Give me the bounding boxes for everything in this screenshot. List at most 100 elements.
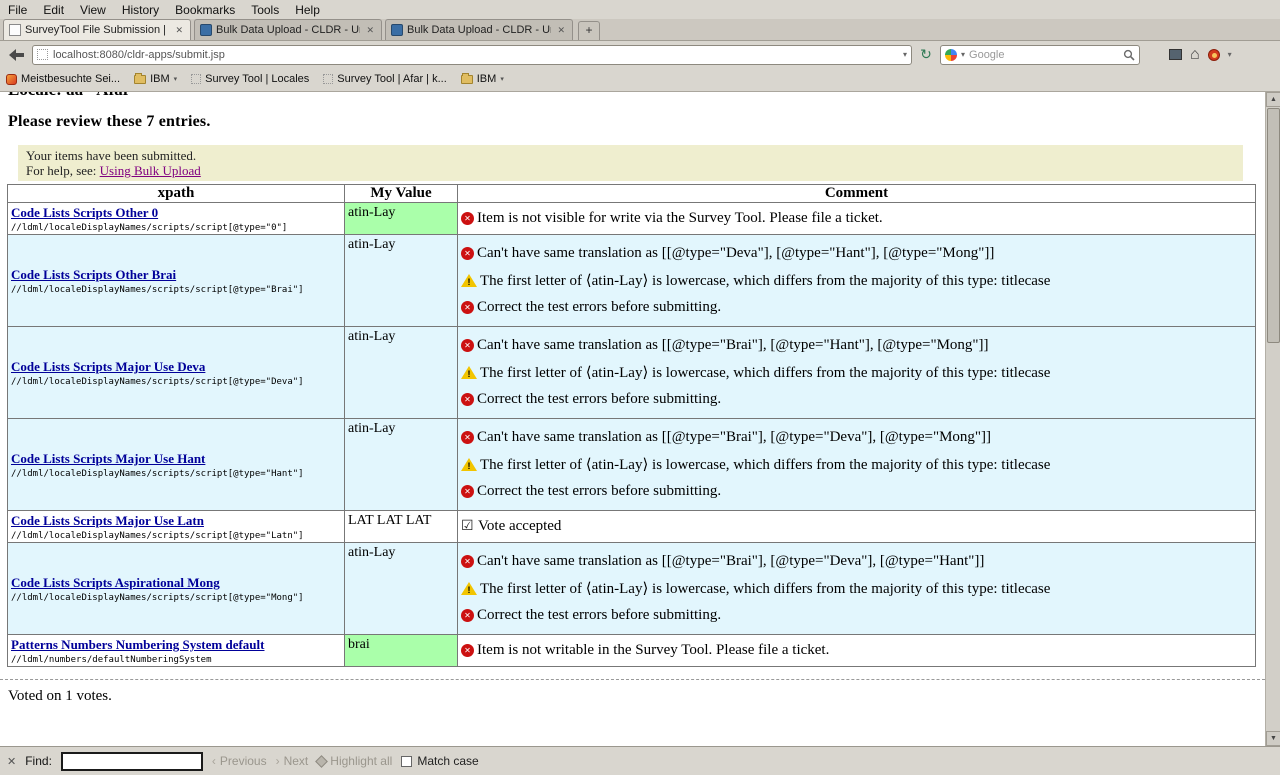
table-row: Patterns Numbers Numbering System defaul… <box>8 635 1256 667</box>
chevron-down-icon[interactable]: ▾ <box>1228 50 1232 59</box>
chevron-left-icon: ‹ <box>212 755 216 767</box>
bookmark-label: IBM <box>477 73 497 85</box>
my-value-cell: atin-Lay <box>345 543 458 635</box>
xpath-path: //ldml/localeDisplayNames/scripts/script… <box>11 593 341 603</box>
bookmark-label: IBM <box>150 73 170 85</box>
comment-text: Correct the test errors before submittin… <box>477 607 721 624</box>
find-label: Find: <box>25 754 52 768</box>
close-icon[interactable]: ✕ <box>364 25 376 36</box>
highlight-all-button[interactable]: Highlight all <box>317 754 392 768</box>
bookmark-item-5[interactable]: IBM▾ <box>461 73 504 85</box>
match-case-checkbox[interactable]: Match case <box>401 754 478 768</box>
bookmark-item-4[interactable]: Survey Tool | Afar | k... <box>323 73 446 85</box>
my-value-cell: atin-Lay <box>345 419 458 511</box>
xpath-link[interactable]: Code Lists Scripts Major Use Deva <box>11 359 205 374</box>
extension-icon[interactable] <box>1169 49 1182 60</box>
search-box[interactable]: ▾ Google <box>940 45 1140 65</box>
bookmarks-bar: Meistbesuchte Sei... IBM▾ Survey Tool | Lo… <box>0 67 1280 92</box>
url-bar[interactable]: localhost:8080/cldr-apps/submit.jsp ▾ <box>32 45 912 65</box>
menu-edit[interactable]: Edit <box>35 1 72 19</box>
navigation-toolbar: localhost:8080/cldr-apps/submit.jsp ▾ ↻ … <box>0 42 1280 67</box>
new-tab-button[interactable]: + <box>578 21 600 40</box>
xpath-link[interactable]: Code Lists Scripts Major Use Hant <box>11 451 205 466</box>
bookmark-label: Survey Tool | Afar | k... <box>337 73 446 85</box>
menu-file[interactable]: File <box>0 1 35 19</box>
review-table: xpath My Value Comment Code Lists Script… <box>7 184 1256 667</box>
comment-cell: Can't have same translation as [[@type="… <box>458 543 1256 635</box>
xpath-link[interactable]: Code Lists Scripts Other 0 <box>11 205 158 220</box>
scroll-down-icon[interactable]: ▼ <box>1266 731 1280 746</box>
comment-cell: Can't have same translation as [[@type="… <box>458 419 1256 511</box>
comment-line: Can't have same translation as [[@type="… <box>461 429 1252 446</box>
refresh-icon[interactable]: ↻ <box>917 46 935 63</box>
xpath-path: //ldml/localeDisplayNames/scripts/script… <box>11 531 341 541</box>
using-bulk-upload-link[interactable]: Using Bulk Upload <box>100 163 201 178</box>
comment-cell: Item is not visible for write via the Su… <box>458 203 1256 235</box>
xpath-link[interactable]: Code Lists Scripts Other Brai <box>11 267 176 282</box>
my-value-cell: atin-Lay <box>345 235 458 327</box>
menu-view[interactable]: View <box>72 1 114 19</box>
page-content: Locale: aa - Afar Please review these 7 … <box>0 92 1265 746</box>
alert-icon[interactable] <box>1208 49 1220 61</box>
checkbox-icon <box>401 756 412 767</box>
comment-text: Correct the test errors before submittin… <box>477 483 721 500</box>
scroll-up-icon[interactable]: ▲ <box>1266 92 1280 107</box>
comment-text: The first letter of ⟨atin-Lay⟩ is lowerc… <box>480 363 1050 382</box>
search-input[interactable]: Google <box>969 49 1119 61</box>
find-previous-button[interactable]: ‹ Previous <box>212 754 267 768</box>
close-icon[interactable]: ✕ <box>173 25 185 36</box>
comment-cell: Item is not writable in the Survey Tool.… <box>458 635 1256 667</box>
comment-text: The first letter of ⟨atin-Lay⟩ is lowerc… <box>480 455 1050 474</box>
url-history-dropdown-icon[interactable]: ▾ <box>903 50 907 59</box>
back-button[interactable] <box>5 46 27 64</box>
comment-text: Can't have same translation as [[@type="… <box>477 429 991 446</box>
page-icon <box>323 74 333 84</box>
find-bar: ✕ Find: ‹ Previous › Next Highlight all … <box>0 746 1280 775</box>
xpath-link[interactable]: Patterns Numbers Numbering System defaul… <box>11 637 264 652</box>
menu-help[interactable]: Help <box>287 1 328 19</box>
close-icon[interactable]: ✕ <box>555 25 567 36</box>
magnifier-icon[interactable] <box>1123 49 1135 61</box>
bookmark-item-2[interactable]: IBM▾ <box>134 73 177 85</box>
find-next-button[interactable]: › Next <box>276 754 309 768</box>
error-icon <box>461 485 474 498</box>
xpath-path: //ldml/localeDisplayNames/scripts/script… <box>11 223 341 233</box>
vertical-scrollbar[interactable]: ▲ ▼ <box>1265 92 1280 746</box>
comment-line: Can't have same translation as [[@type="… <box>461 245 1252 262</box>
comment-line: Correct the test errors before submittin… <box>461 607 1252 624</box>
xpath-path: //ldml/localeDisplayNames/scripts/script… <box>11 285 341 295</box>
menu-bookmarks[interactable]: Bookmarks <box>167 1 243 19</box>
home-icon[interactable]: ⌂ <box>1190 47 1200 63</box>
xpath-cell: Code Lists Scripts Aspirational Mong //ld… <box>8 543 345 635</box>
clipped-heading-text: Locale: aa - Afar <box>8 92 1265 100</box>
app-icon <box>391 24 403 36</box>
vote-summary: Voted on 1 votes. <box>8 688 1265 705</box>
comment-text: Can't have same translation as [[@type="… <box>477 337 989 354</box>
comment-cell: Vote accepted <box>458 511 1256 543</box>
bookmark-item-3[interactable]: Survey Tool | Locales <box>191 73 309 85</box>
close-icon[interactable]: ✕ <box>7 755 16 768</box>
table-row: Code Lists Scripts Other Brai //ldml/loca… <box>8 235 1256 327</box>
menu-tools[interactable]: Tools <box>243 1 287 19</box>
xpath-link[interactable]: Code Lists Scripts Aspirational Mong <box>11 575 220 590</box>
review-table-body: Code Lists Scripts Other 0 //ldml/localeD… <box>8 203 1256 667</box>
find-input[interactable] <box>61 752 203 771</box>
comment-text: Vote accepted <box>478 518 561 535</box>
menu-history[interactable]: History <box>114 1 167 19</box>
info-line-2: For help, see: Using Bulk Upload <box>26 163 1235 178</box>
tab-2[interactable]: Bulk Data Upload - CLDR - Un...✕ <box>194 19 382 40</box>
error-icon <box>461 644 474 657</box>
search-engine-dropdown-icon[interactable]: ▾ <box>961 50 965 59</box>
comment-text: Item is not visible for write via the Su… <box>477 210 883 227</box>
error-icon <box>461 431 474 444</box>
scrollbar-thumb[interactable] <box>1267 108 1280 343</box>
menu-bar: FileEditViewHistoryBookmarksToolsHelp <box>0 0 1280 19</box>
url-text[interactable]: localhost:8080/cldr-apps/submit.jsp <box>53 49 898 61</box>
xpath-link[interactable]: Code Lists Scripts Major Use Latn <box>11 513 204 528</box>
tab-3[interactable]: Bulk Data Upload - CLDR - Un...✕ <box>385 19 573 40</box>
bookmark-item-1[interactable]: Meistbesuchte Sei... <box>6 73 120 85</box>
chevron-right-icon: › <box>276 755 280 767</box>
tab-1[interactable]: SurveyTool File Submission | ...✕ <box>3 19 191 40</box>
comment-text: The first letter of ⟨atin-Lay⟩ is lowerc… <box>480 579 1050 598</box>
site-icon <box>37 49 48 60</box>
